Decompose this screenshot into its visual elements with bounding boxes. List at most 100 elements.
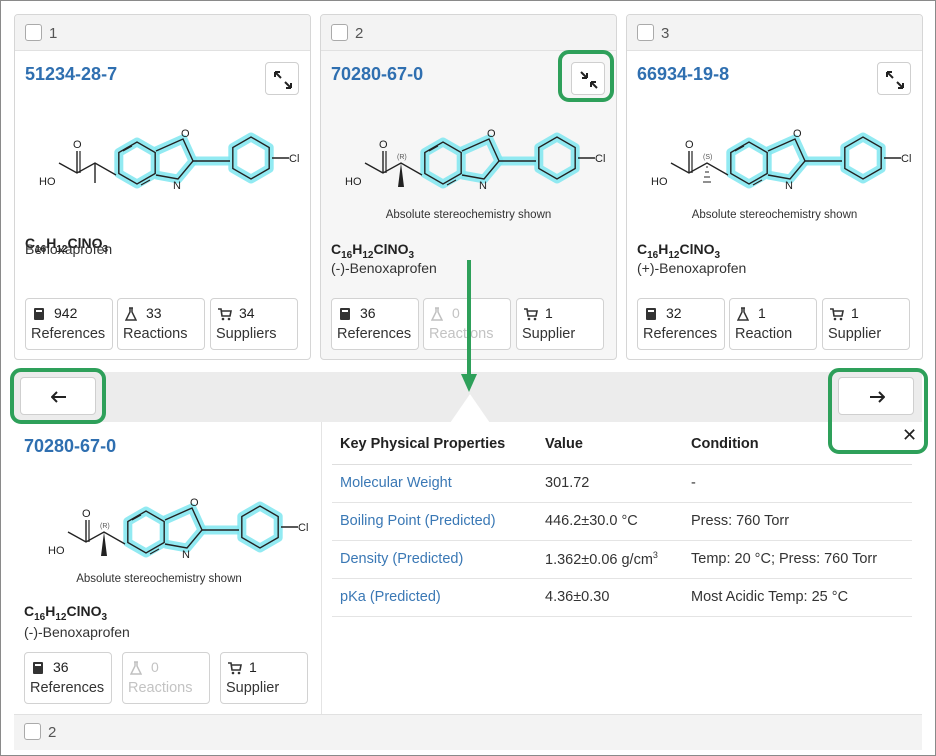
flask-icon: [430, 307, 444, 321]
select-checkbox[interactable]: [331, 24, 348, 41]
atom-label: Cl: [298, 522, 308, 534]
compound-name: (-)-Benoxaprofen: [331, 260, 437, 276]
property-value: 1.362±0.06 g/cm3: [537, 540, 683, 579]
expand-button[interactable]: [877, 62, 911, 95]
atom-label: N: [173, 180, 181, 192]
references-button[interactable]: 942 References: [25, 298, 113, 350]
select-checkbox[interactable]: [637, 24, 654, 41]
highlight-next-button: [828, 368, 928, 454]
next-card-header: 2: [14, 714, 922, 750]
atom-label: O: [181, 128, 190, 140]
book-icon: [32, 661, 44, 675]
book-icon: [645, 307, 657, 321]
atom-label: N: [785, 180, 793, 192]
structure-diagram[interactable]: O HO O N Cl: [21, 101, 301, 211]
card-index: 1: [49, 25, 58, 42]
highlight-previous-button: [10, 368, 106, 424]
atom-label: O: [73, 139, 82, 151]
flask-icon: [124, 307, 138, 321]
references-button[interactable]: 32 References: [637, 298, 725, 350]
compound-name: Benoxaprofen: [25, 241, 113, 257]
suppliers-button[interactable]: 1 Supplier: [822, 298, 910, 350]
property-link[interactable]: Boiling Point (Predicted): [332, 502, 537, 541]
card-index: 2: [355, 25, 364, 42]
column-header: Key Physical Properties: [332, 424, 537, 465]
stereo-note: Absolute stereochemistry shown: [385, 209, 552, 221]
cas-number-link[interactable]: 51234-28-7: [25, 64, 117, 85]
expand-button[interactable]: [265, 62, 299, 95]
table-row: Density (Predicted) 1.362±0.06 g/cm3 Tem…: [332, 540, 912, 579]
atom-label: O: [379, 139, 388, 151]
references-button[interactable]: 36 References: [331, 298, 419, 350]
card-index: 2: [48, 724, 57, 741]
atom-label: Cl: [901, 153, 911, 165]
select-checkbox[interactable]: [25, 24, 42, 41]
detail-summary: 70280-67-0 O HO O N Cl (R) Absolute stereoche…: [14, 422, 322, 714]
card-index: 3: [661, 25, 670, 42]
atom-label: HO: [651, 176, 668, 188]
suppliers-button[interactable]: 1 Supplier: [516, 298, 604, 350]
substance-card-3: 3 66934-19-8 O HO O N Cl (S) Absolute stereoc…: [626, 14, 923, 360]
cas-number-link[interactable]: 66934-19-8: [637, 64, 729, 85]
highlight-collapse-button: [558, 50, 614, 102]
suppliers-button[interactable]: 1 Supplier: [220, 652, 308, 704]
compound-name: (-)-Benoxaprofen: [24, 624, 130, 640]
cas-number-link[interactable]: 70280-67-0: [331, 64, 423, 85]
property-condition: Most Acidic Temp: 25 °C: [683, 578, 912, 617]
reactions-button[interactable]: 33 Reactions: [117, 298, 205, 350]
flask-icon: [129, 661, 143, 675]
card-header: 1: [15, 15, 310, 51]
property-condition: -: [683, 464, 912, 503]
stereo-label: (S): [703, 154, 712, 161]
structure-diagram[interactable]: O HO O N Cl (S): [633, 101, 913, 211]
stereo-label: (R): [397, 154, 407, 161]
cart-icon: [830, 307, 844, 321]
reactions-button[interactable]: 1 Reaction: [729, 298, 817, 350]
property-condition: Temp: 20 °C; Press: 760 Torr: [683, 540, 912, 579]
table-row: Boiling Point (Predicted) 446.2±30.0 °C …: [332, 502, 912, 541]
cart-icon: [524, 307, 538, 321]
atom-label: O: [487, 128, 496, 140]
card-header: 2: [321, 15, 616, 51]
expand-arrows-icon: [274, 71, 292, 89]
card-header: 3: [627, 15, 922, 51]
atom-label: Cl: [595, 153, 605, 165]
stereo-note: Absolute stereochemistry shown: [691, 209, 858, 221]
property-condition: Press: 760 Torr: [683, 502, 912, 541]
property-link[interactable]: Density (Predicted): [332, 540, 537, 579]
property-link[interactable]: Molecular Weight: [332, 464, 537, 503]
compound-name: (+)-Benoxaprofen: [637, 260, 747, 276]
molecular-formula: C16H12ClNO3: [24, 603, 108, 623]
atom-label: HO: [48, 545, 65, 557]
references-button[interactable]: 36 References: [24, 652, 112, 704]
suppliers-button[interactable]: 34 Suppliers: [210, 298, 298, 350]
atom-label: N: [479, 180, 487, 192]
molecular-formula: C16H12ClNO3: [637, 241, 721, 261]
column-header: Value: [537, 424, 683, 465]
physical-properties-table: Key Physical Properties Value Condition …: [332, 424, 912, 617]
atom-label: HO: [345, 176, 362, 188]
table-row: pKa (Predicted) 4.36±0.30 Most Acidic Te…: [332, 578, 912, 617]
table-row: Molecular Weight 301.72 -: [332, 464, 912, 503]
structure-diagram[interactable]: O HO O N Cl (R): [20, 470, 320, 580]
reactions-button: 0 Reactions: [122, 652, 210, 704]
property-value: 446.2±30.0 °C: [537, 502, 683, 541]
cart-icon: [218, 307, 232, 321]
property-value: 301.72: [537, 464, 683, 503]
property-value: 4.36±0.30: [537, 578, 683, 617]
molecular-formula: C16H12ClNO3: [331, 241, 415, 261]
select-checkbox[interactable]: [24, 723, 41, 740]
cart-icon: [228, 661, 242, 675]
annotation-arrow-icon: [461, 260, 477, 392]
atom-label: O: [82, 508, 91, 520]
cas-number-link[interactable]: 70280-67-0: [24, 436, 116, 457]
book-icon: [33, 307, 45, 321]
property-link[interactable]: pKa (Predicted): [332, 578, 537, 617]
book-icon: [339, 307, 351, 321]
atom-label: O: [190, 497, 199, 509]
atom-label: O: [793, 128, 802, 140]
atom-label: O: [685, 139, 694, 151]
expand-arrows-icon: [886, 71, 904, 89]
structure-diagram[interactable]: O HO O N Cl (R): [327, 101, 607, 211]
substance-card-1: 1 51234-28-7 O HO O N Cl C16H12ClNO3 Benoxap…: [14, 14, 311, 360]
